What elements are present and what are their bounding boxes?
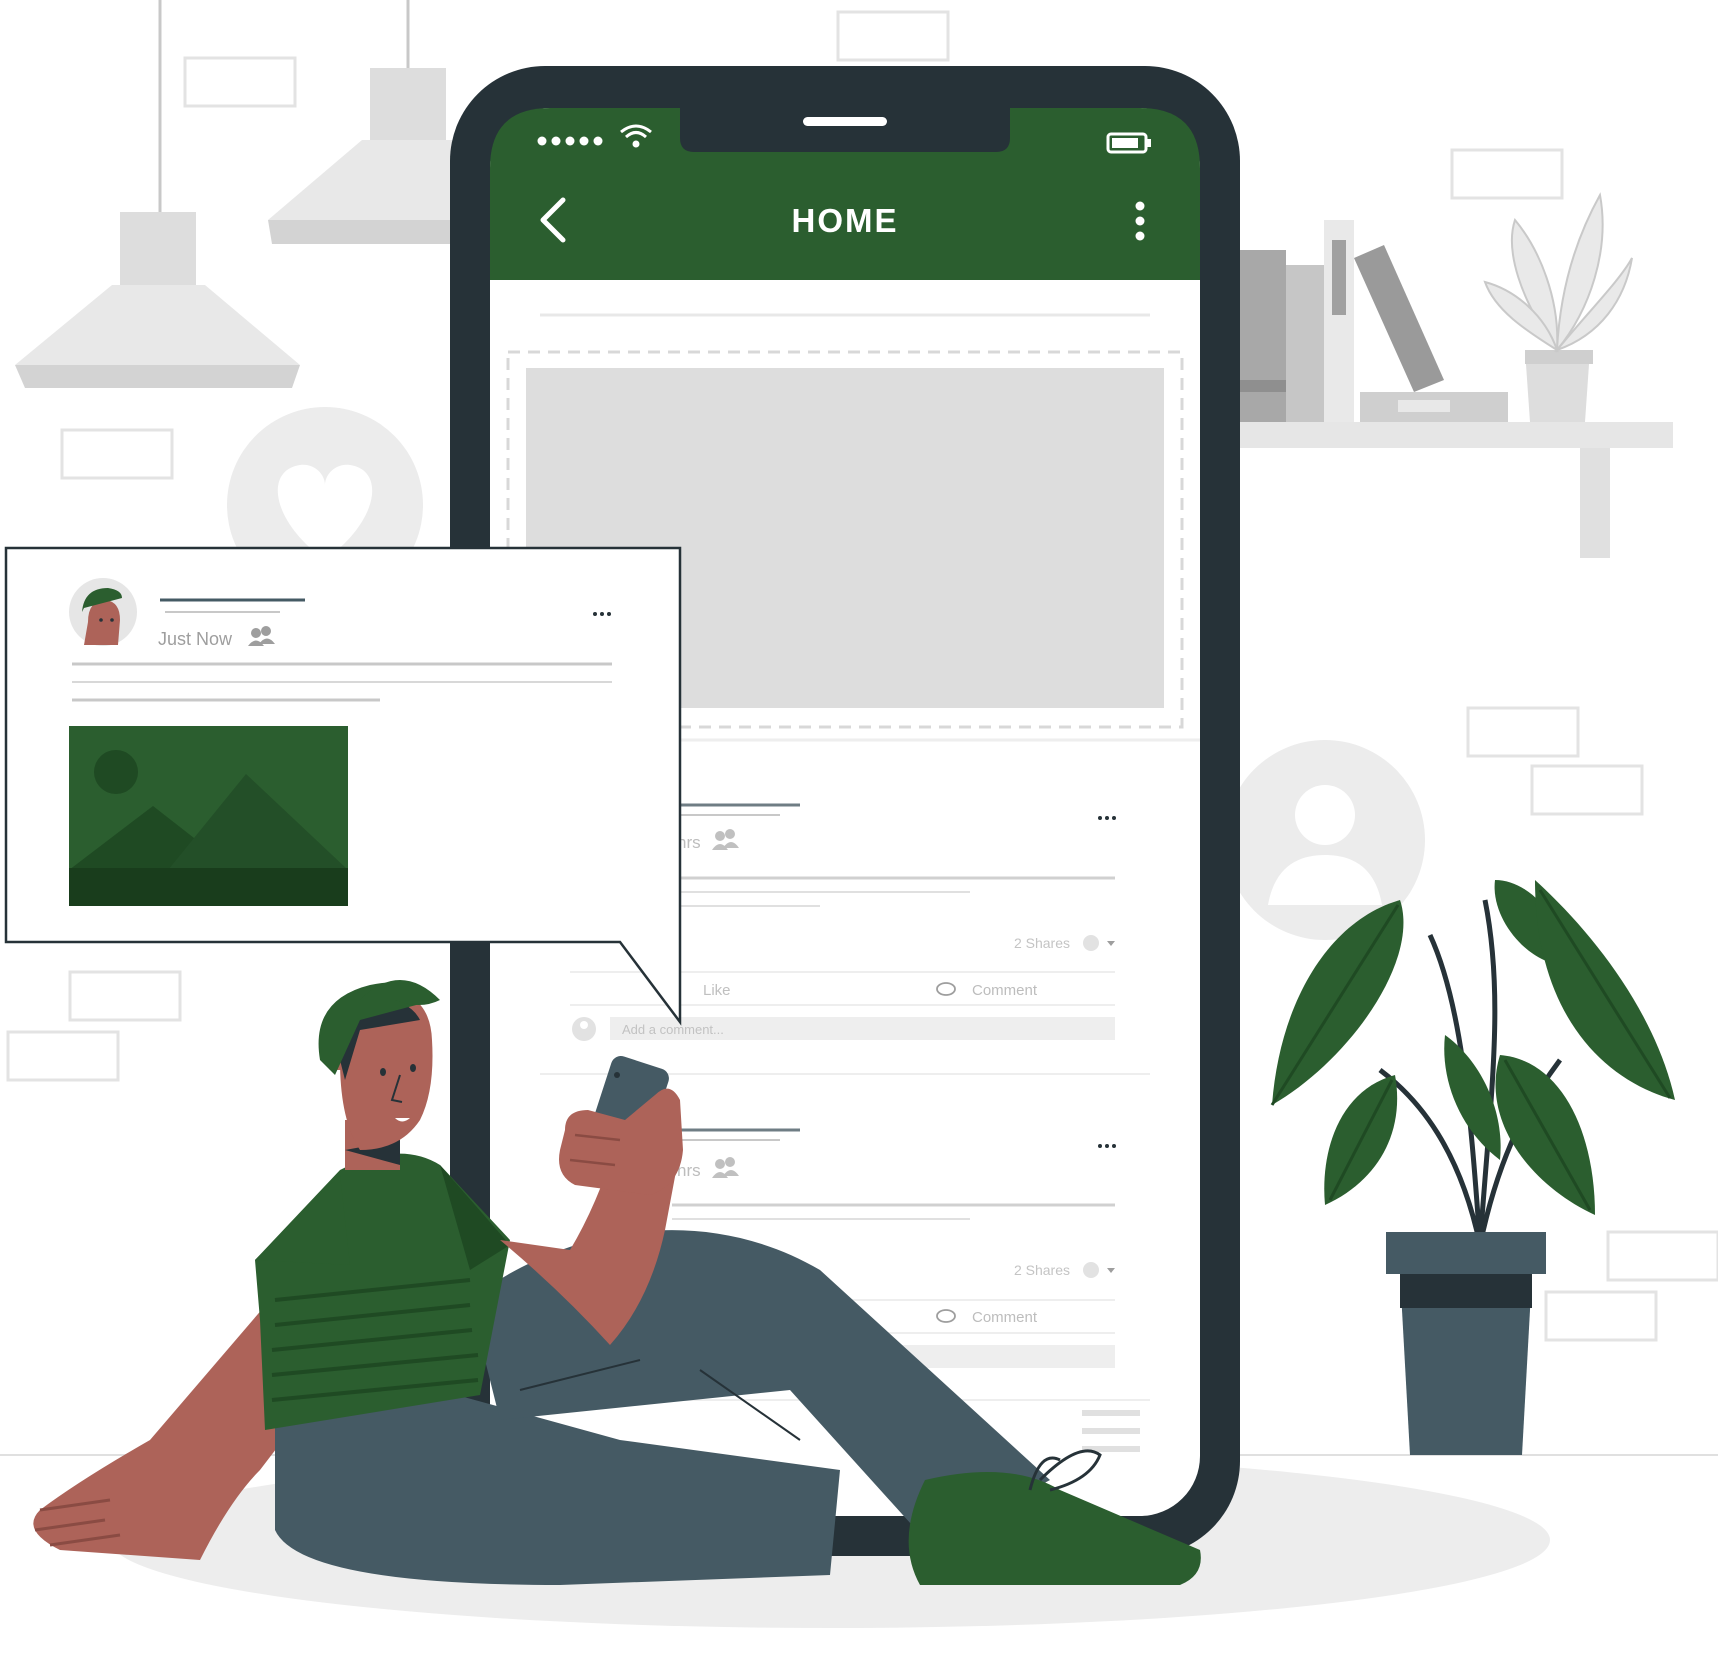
comment-button[interactable]: Comment — [972, 982, 1038, 999]
post-time: hrs — [677, 1161, 701, 1180]
shares-count: 2 Shares — [1014, 935, 1070, 951]
more-dots-icon[interactable] — [1098, 816, 1116, 820]
illustration-scene: HOME hrs 2 Shares Like Comment Add a com… — [0, 0, 1718, 1628]
comment-button[interactable]: Comment — [972, 1309, 1038, 1326]
potted-plant — [1270, 880, 1675, 1455]
phone-notch — [680, 108, 1010, 152]
avatar-small-icon — [1083, 1262, 1099, 1278]
landscape-image-icon — [69, 726, 348, 906]
more-dots-icon[interactable] — [1098, 1144, 1116, 1148]
user-icon — [1295, 785, 1355, 845]
post-time-label: Just Now — [158, 629, 233, 649]
kebab-menu-icon[interactable] — [1135, 201, 1145, 241]
speaker-icon — [803, 117, 887, 126]
bookshelf — [1230, 192, 1673, 558]
like-button[interactable]: Like — [703, 982, 731, 999]
shares-count: 2 Shares — [1014, 1262, 1070, 1278]
more-dots-icon[interactable] — [593, 612, 611, 616]
comment-input-placeholder: Add a comment... — [622, 1022, 724, 1037]
page-title: HOME — [792, 202, 899, 239]
avatar-small-icon — [1083, 935, 1099, 951]
